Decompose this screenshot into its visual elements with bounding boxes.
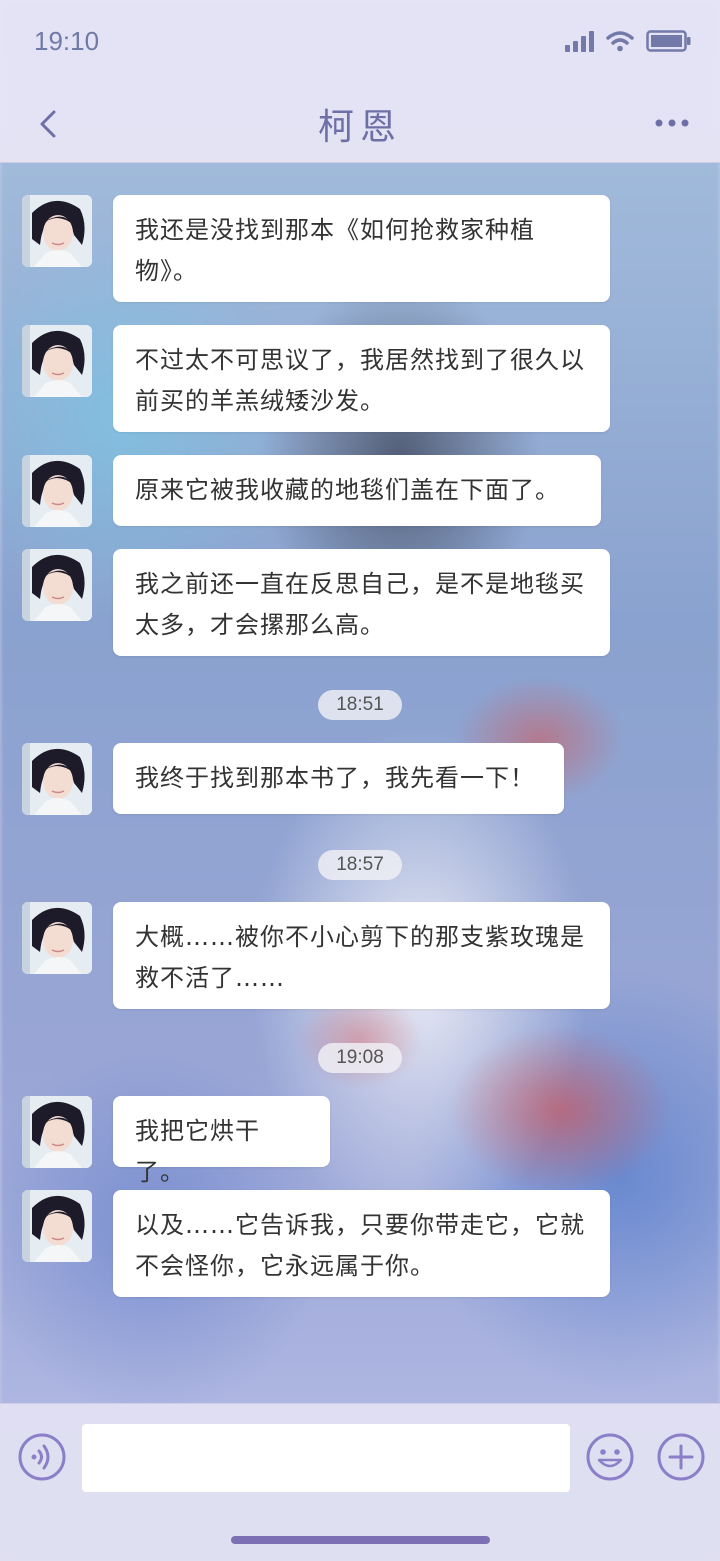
voice-icon[interactable] [17,1432,67,1482]
message-bubble[interactable]: 不过太不可思议了，我居然找到了很久以前买的羊羔绒矮沙发。 [113,325,610,432]
message-row: 我把它烘干了。 [0,1096,720,1186]
message-bubble[interactable]: 原来它被我收藏的地毯们盖在下面了。 [113,455,601,526]
avatar[interactable] [22,455,92,527]
message-bubble[interactable]: 我终于找到那本书了，我先看一下！ [113,743,564,814]
emoji-icon[interactable] [585,1432,635,1482]
message-bubble[interactable]: 以及……它告诉我，只要你带走它，它就不会怪你，它永远属于你。 [113,1190,610,1297]
wifi-icon [606,30,634,52]
home-indicator [231,1536,490,1544]
message-bubble[interactable]: 我把它烘干了。 [113,1096,330,1186]
avatar[interactable] [22,1096,92,1168]
input-bar [0,1403,720,1561]
chat-header: 柯恩 [0,88,720,163]
status-icons [565,30,692,52]
battery-icon [646,30,692,52]
timestamp: 18:51 [318,690,402,720]
avatar[interactable] [22,743,92,815]
avatar[interactable] [22,549,92,621]
message-bubble[interactable]: 我之前还一直在反思自己，是不是地毯买太多，才会摞那么高。 [113,549,610,656]
avatar[interactable] [22,325,92,397]
message-bubble[interactable]: 我还是没找到那本《如何抢救家种植物》。 [113,195,610,302]
timestamp: 19:08 [318,1043,402,1073]
message-row: 原来它被我收藏的地毯们盖在下面了。 [0,455,720,527]
status-time: 19:10 [34,26,100,56]
message-bubble[interactable]: 大概……被你不小心剪下的那支紫玫瑰是救不活了…… [113,902,610,1009]
message-row: 不过太不可思议了，我居然找到了很久以前买的羊羔绒矮沙发。 [0,325,720,432]
more-icon[interactable] [652,108,692,138]
message-list[interactable]: 我还是没找到那本《如何抢救家种植物》。 不过太不可思议了，我居然找到了很久以前买… [0,162,720,1402]
signal-icon [565,30,594,52]
message-row: 我还是没找到那本《如何抢救家种植物》。 [0,195,720,302]
contact-name: 柯恩 [317,107,402,148]
avatar[interactable] [22,902,92,974]
message-row: 大概……被你不小心剪下的那支紫玫瑰是救不活了…… [0,902,720,1009]
message-row: 我终于找到那本书了，我先看一下！ [0,743,720,815]
avatar[interactable] [22,195,92,267]
message-row: 我之前还一直在反思自己，是不是地毯买太多，才会摞那么高。 [0,549,720,656]
avatar[interactable] [22,1190,92,1262]
message-input[interactable] [82,1424,570,1492]
timestamp: 18:57 [318,850,402,880]
message-row: 以及……它告诉我，只要你带走它，它就不会怪你，它永远属于你。 [0,1190,720,1297]
status-bar: 19:10 [0,0,720,88]
plus-icon[interactable] [656,1432,706,1482]
